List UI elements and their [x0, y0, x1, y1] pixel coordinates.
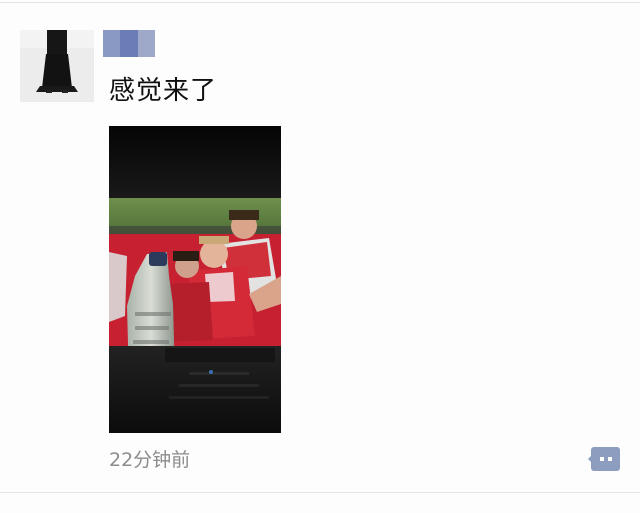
avatar[interactable] — [20, 30, 94, 102]
username-block — [137, 30, 155, 57]
post-timestamp: 22分钟前 — [109, 449, 191, 471]
comment-button[interactable] — [588, 447, 620, 471]
username-block — [103, 30, 121, 57]
username[interactable] — [103, 30, 155, 57]
top-divider — [0, 2, 640, 3]
photo-image — [109, 126, 281, 433]
post-text: 感觉来了 — [109, 76, 218, 106]
moments-feed: 感觉来了 22分钟前 — [0, 0, 640, 513]
avatar-silhouette-icon — [20, 30, 94, 102]
username-block — [120, 30, 138, 57]
comment-bubble-icon — [588, 447, 620, 471]
post-photo[interactable] — [109, 126, 281, 433]
bottom-divider — [0, 492, 640, 493]
